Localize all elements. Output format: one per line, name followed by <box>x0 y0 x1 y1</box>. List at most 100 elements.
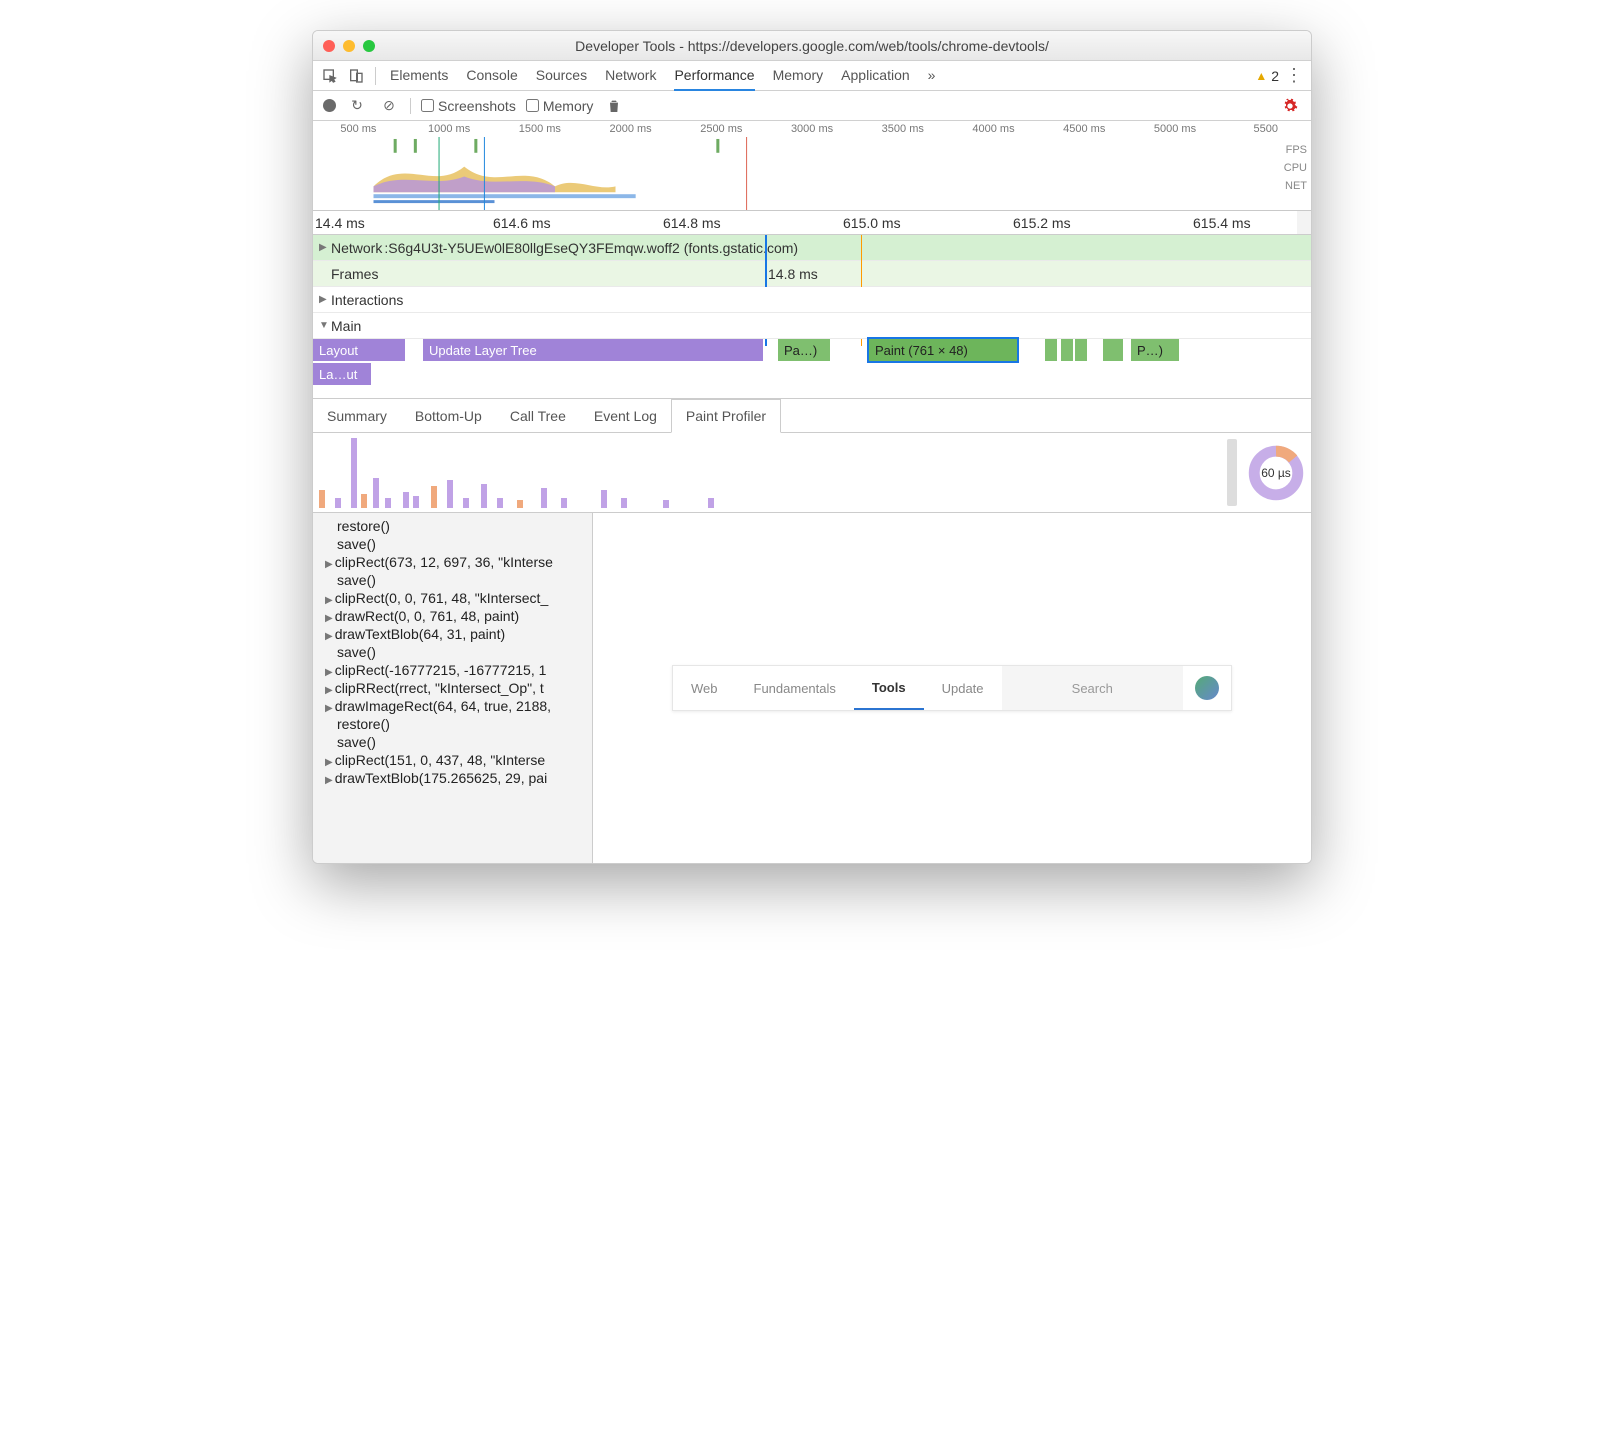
interactions-track[interactable]: ▶ Interactions <box>313 287 1311 313</box>
paint-command[interactable]: save() <box>313 571 592 589</box>
collapse-icon[interactable]: ▼ <box>319 320 331 331</box>
paint-preview: Web Fundamentals Tools Update Search <box>593 513 1311 863</box>
scroll-handle[interactable] <box>1227 439 1237 506</box>
screenshots-checkbox[interactable]: Screenshots <box>421 98 516 114</box>
overview-strip[interactable]: 500 ms 1000 ms 1500 ms 2000 ms 2500 ms 3… <box>313 121 1311 211</box>
paint-command[interactable]: ▶drawRect(0, 0, 761, 48, paint) <box>313 607 592 625</box>
overview-ticks: 500 ms 1000 ms 1500 ms 2000 ms 2500 ms 3… <box>313 121 1311 137</box>
command-text: drawImageRect(64, 64, true, 2188, <box>335 698 551 714</box>
reload-record-icon[interactable]: ↻ <box>346 95 368 117</box>
expand-icon[interactable]: ▶ <box>325 631 333 642</box>
paint-command[interactable]: ▶clipRect(151, 0, 437, 48, "kInterse <box>313 751 592 769</box>
command-text: restore() <box>337 716 390 732</box>
event-small-1[interactable] <box>1045 339 1057 361</box>
memory-checkbox[interactable]: Memory <box>526 98 594 114</box>
device-toolbar-icon[interactable] <box>345 65 367 87</box>
main-label: Main <box>331 318 361 334</box>
expand-icon[interactable]: ▶ <box>325 613 333 624</box>
inspect-element-icon[interactable] <box>319 65 341 87</box>
screenshots-label: Screenshots <box>438 98 516 114</box>
tabs-overflow-icon[interactable]: » <box>928 67 936 84</box>
paint-profiler-bars[interactable] <box>313 433 1223 512</box>
clear-icon[interactable]: ⊘ <box>378 95 400 117</box>
tab-elements[interactable]: Elements <box>390 67 448 84</box>
paint-command[interactable]: ▶clipRRect(rrect, "kIntersect_Op", t <box>313 679 592 697</box>
warnings-badge[interactable]: ▲2 <box>1255 68 1279 84</box>
paint-command[interactable]: restore() <box>313 715 592 733</box>
expand-icon[interactable]: ▶ <box>325 757 333 768</box>
command-text: save() <box>337 536 376 552</box>
paint-profiler-strip[interactable]: 60 µs <box>313 433 1311 513</box>
subtab-bottom-up[interactable]: Bottom-Up <box>401 399 496 432</box>
event-small-3[interactable] <box>1075 339 1087 361</box>
expand-icon[interactable]: ▶ <box>325 685 333 696</box>
expand-icon[interactable]: ▶ <box>319 242 331 253</box>
tab-console[interactable]: Console <box>466 67 517 84</box>
detail-subtabs: Summary Bottom-Up Call Tree Event Log Pa… <box>313 399 1311 433</box>
tab-network[interactable]: Network <box>605 67 656 84</box>
expand-icon[interactable]: ▶ <box>325 595 333 606</box>
overview-canvas[interactable] <box>313 137 1281 210</box>
expand-icon[interactable]: ▶ <box>319 294 331 305</box>
command-text: save() <box>337 572 376 588</box>
event-paint-short-2[interactable]: P…) <box>1131 339 1179 361</box>
kebab-menu-icon[interactable]: ⋮ <box>1283 65 1305 87</box>
paint-command[interactable]: ▶clipRect(-16777215, -16777215, 1 <box>313 661 592 679</box>
subtab-summary[interactable]: Summary <box>313 399 401 432</box>
minimize-window-button[interactable] <box>343 40 355 52</box>
event-paint-selected[interactable]: Paint (761 × 48) <box>869 339 1017 361</box>
subtab-paint-profiler[interactable]: Paint Profiler <box>671 399 781 433</box>
close-window-button[interactable] <box>323 40 335 52</box>
settings-gear-icon[interactable] <box>1279 95 1301 117</box>
paint-command[interactable]: ▶clipRect(673, 12, 697, 36, "kInterse <box>313 553 592 571</box>
expand-icon[interactable]: ▶ <box>325 703 333 714</box>
tab-memory[interactable]: Memory <box>773 67 824 84</box>
tab-sources[interactable]: Sources <box>536 67 587 84</box>
event-paint-short[interactable]: Pa…) <box>778 339 830 361</box>
event-layout[interactable]: Layout <box>313 339 405 361</box>
paint-command[interactable]: save() <box>313 733 592 751</box>
net-label: NET <box>1284 177 1307 195</box>
fps-label: FPS <box>1284 141 1307 159</box>
event-update-layer-tree[interactable]: Update Layer Tree <box>423 339 763 361</box>
expand-icon[interactable]: ▶ <box>325 667 333 678</box>
paint-command-list[interactable]: restore()save()▶clipRect(673, 12, 697, 3… <box>313 513 593 863</box>
detail-ruler[interactable]: 14.4 ms 614.6 ms 614.8 ms 615.0 ms 615.2… <box>313 211 1311 235</box>
paint-command[interactable]: ▶drawTextBlob(64, 31, paint) <box>313 625 592 643</box>
flame-chart[interactable]: Layout Update Layer Tree Pa…) Paint (761… <box>313 339 1311 399</box>
paint-command[interactable]: save() <box>313 643 592 661</box>
event-small-2[interactable] <box>1061 339 1073 361</box>
command-text: drawTextBlob(175.265625, 29, pai <box>335 770 547 786</box>
garbage-collect-icon[interactable] <box>603 95 625 117</box>
paint-command[interactable]: ▶clipRect(0, 0, 761, 48, "kIntersect_ <box>313 589 592 607</box>
paint-command[interactable]: ▶drawTextBlob(175.265625, 29, pai <box>313 769 592 787</box>
panel-tabs: Elements Console Sources Network Perform… <box>390 67 935 84</box>
command-text: drawRect(0, 0, 761, 48, paint) <box>335 608 519 624</box>
expand-icon[interactable]: ▶ <box>325 775 333 786</box>
tab-application[interactable]: Application <box>841 67 910 84</box>
subtab-call-tree[interactable]: Call Tree <box>496 399 580 432</box>
preview-nav-fundamentals: Fundamentals <box>736 666 854 710</box>
network-resource: :S6g4U3t-Y5UEw0lE80llgEseQY3FEmqw.woff2 … <box>384 240 798 256</box>
performance-toolbar: ↻ ⊘ Screenshots Memory <box>313 91 1311 121</box>
subtab-event-log[interactable]: Event Log <box>580 399 671 432</box>
event-layout-nested[interactable]: La…ut <box>313 363 371 385</box>
zoom-window-button[interactable] <box>363 40 375 52</box>
expand-icon[interactable]: ▶ <box>325 559 333 570</box>
event-small-4[interactable] <box>1103 339 1123 361</box>
time-donut: 60 µs <box>1241 433 1311 512</box>
main-track-header[interactable]: ▼ Main <box>313 313 1311 339</box>
network-track[interactable]: ▶ Network :S6g4U3t-Y5UEw0lE80llgEseQY3FE… <box>313 235 1311 261</box>
paint-command[interactable]: ▶drawImageRect(64, 64, true, 2188, <box>313 697 592 715</box>
frames-track[interactable]: Frames 14.8 ms <box>313 261 1311 287</box>
window-titlebar: Developer Tools - https://developers.goo… <box>313 31 1311 61</box>
command-text: clipRect(673, 12, 697, 36, "kInterse <box>335 554 553 570</box>
record-button[interactable] <box>323 99 336 112</box>
command-text: clipRect(151, 0, 437, 48, "kInterse <box>335 752 545 768</box>
devtools-toolbar: Elements Console Sources Network Perform… <box>313 61 1311 91</box>
paint-command[interactable]: restore() <box>313 517 592 535</box>
command-text: clipRRect(rrect, "kIntersect_Op", t <box>335 680 544 696</box>
tab-performance[interactable]: Performance <box>674 67 754 91</box>
command-text: clipRect(-16777215, -16777215, 1 <box>335 662 547 678</box>
paint-command[interactable]: save() <box>313 535 592 553</box>
